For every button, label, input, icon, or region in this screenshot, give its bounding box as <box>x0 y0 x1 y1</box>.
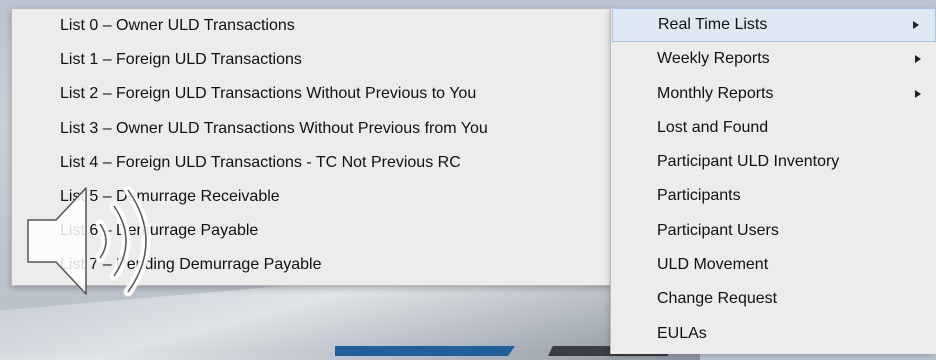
menu-item-eulas[interactable]: EULAs <box>611 317 936 351</box>
menu-item-label: Participant ULD Inventory <box>657 153 840 171</box>
menu-item-label: Weekly Reports <box>657 50 770 68</box>
menu-item-label: Monthly Reports <box>657 84 774 102</box>
menu-item-monthly-reports[interactable]: Monthly Reports <box>611 77 936 111</box>
menu-item-label: EULAs <box>657 324 707 342</box>
reports-menu: Real Time Lists Weekly Reports Monthly R… <box>610 8 936 354</box>
submenu-item-list-0[interactable]: List 0 – Owner ULD Transactions <box>12 9 610 43</box>
submenu-item-list-1[interactable]: List 1 – Foreign ULD Transactions <box>12 43 610 77</box>
menu-item-participant-users[interactable]: Participant Users <box>611 214 936 248</box>
menu-item-uld-movement[interactable]: ULD Movement <box>611 248 936 282</box>
submenu-item-list-4[interactable]: List 4 – Foreign ULD Transactions - TC N… <box>12 146 610 180</box>
menu-item-label: Participants <box>657 187 741 205</box>
speaker-volume-icon <box>27 185 151 297</box>
menu-item-label: Participant Users <box>657 221 779 239</box>
background-blue-bar <box>335 346 515 356</box>
submenu-item-list-3[interactable]: List 3 – Owner ULD Transactions Without … <box>12 112 610 146</box>
submenu-arrow-icon <box>915 55 921 64</box>
submenu-arrow-icon <box>915 89 921 98</box>
menu-item-weekly-reports[interactable]: Weekly Reports <box>611 42 936 76</box>
menu-item-change-request[interactable]: Change Request <box>611 282 936 316</box>
menu-item-real-time-lists[interactable]: Real Time Lists <box>612 8 936 43</box>
menu-item-lost-and-found[interactable]: Lost and Found <box>611 111 936 145</box>
menu-item-label: Lost and Found <box>657 118 769 136</box>
menu-item-label: Real Time Lists <box>658 16 768 33</box>
submenu-item-list-2[interactable]: List 2 – Foreign ULD Transactions Withou… <box>12 77 610 111</box>
menu-item-participants[interactable]: Participants <box>611 179 936 213</box>
menu-item-participant-uld-inventory[interactable]: Participant ULD Inventory <box>611 145 936 179</box>
menu-item-label: Change Request <box>657 290 778 308</box>
menu-item-label: ULD Movement <box>657 256 769 274</box>
submenu-arrow-icon <box>913 21 919 30</box>
